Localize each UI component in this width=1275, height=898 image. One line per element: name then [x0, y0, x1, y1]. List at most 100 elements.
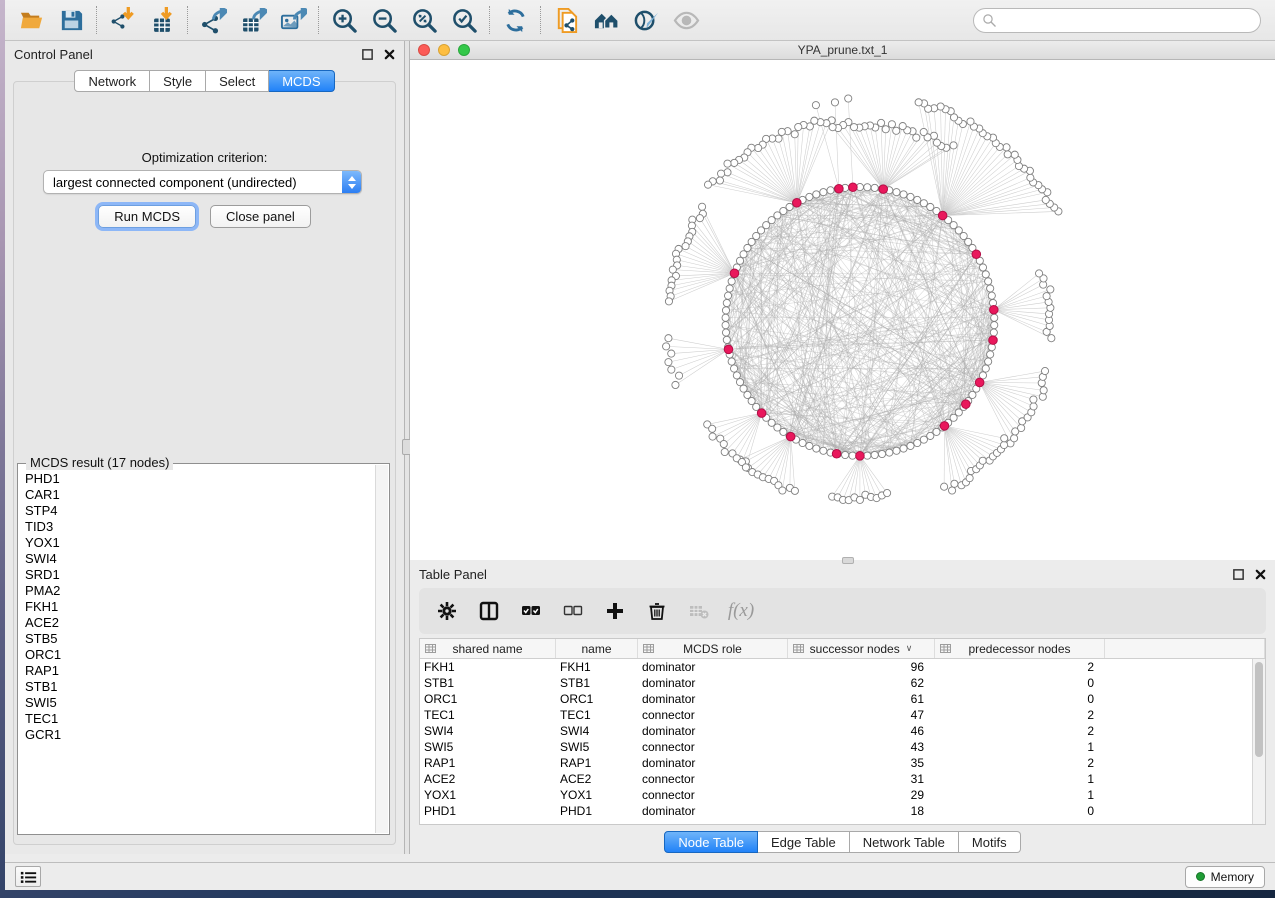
delete-columns-icon[interactable]	[641, 595, 673, 627]
create-column-icon[interactable]	[599, 595, 631, 627]
leaf-node	[665, 359, 672, 366]
criterion-select[interactable]: largest connected component (undirected)	[43, 170, 362, 194]
tab-edge-table[interactable]: Edge Table	[758, 831, 850, 853]
table-row[interactable]: RAP1RAP1dominator352	[420, 755, 1252, 771]
table-row[interactable]: SWI4SWI4dominator462	[420, 723, 1252, 739]
column-header-shared-name[interactable]: shared name	[420, 639, 556, 658]
result-node[interactable]: SRD1	[25, 567, 375, 583]
result-node[interactable]: ACE2	[25, 615, 375, 631]
result-node[interactable]: FKH1	[25, 599, 375, 615]
zoom-out-icon[interactable]	[364, 3, 404, 37]
leaf-node	[1003, 144, 1010, 151]
result-node[interactable]: SWI4	[25, 551, 375, 567]
open-session-icon[interactable]	[11, 3, 51, 37]
result-node[interactable]: TID3	[25, 519, 375, 535]
refresh-layout-icon[interactable]	[495, 3, 535, 37]
unselect-all-columns-icon[interactable]	[557, 595, 589, 627]
tab-mcds[interactable]: MCDS	[269, 70, 334, 92]
leaf-node	[1011, 151, 1018, 158]
mcds-hub-node	[938, 211, 947, 220]
column-header-MCDS-role[interactable]: MCDS role	[638, 639, 788, 658]
tab-network-table[interactable]: Network Table	[850, 831, 959, 853]
import-table-icon[interactable]	[142, 3, 182, 37]
export-image-icon[interactable]	[273, 3, 313, 37]
result-node[interactable]: CAR1	[25, 487, 375, 503]
result-node[interactable]: SWI5	[25, 695, 375, 711]
task-history-button[interactable]	[15, 866, 41, 887]
graph-node	[722, 307, 729, 314]
graph-node	[985, 358, 992, 365]
result-node[interactable]: PMA2	[25, 583, 375, 599]
select-all-columns-icon[interactable]	[515, 595, 547, 627]
float-panel-icon[interactable]	[1232, 568, 1245, 581]
table-row[interactable]: YOX1YOX1connector291	[420, 787, 1252, 803]
result-node[interactable]: STB1	[25, 679, 375, 695]
result-node[interactable]: YOX1	[25, 535, 375, 551]
import-network-icon[interactable]	[102, 3, 142, 37]
result-node[interactable]: GCR1	[25, 727, 375, 743]
table-row[interactable]: ACE2ACE2connector311	[420, 771, 1252, 787]
export-network-icon[interactable]	[193, 3, 233, 37]
close-window-button[interactable]	[418, 44, 430, 56]
search-wrap	[973, 8, 1261, 33]
tab-motifs[interactable]: Motifs	[959, 831, 1021, 853]
tab-network[interactable]: Network	[74, 70, 150, 92]
show-hide-icon[interactable]	[666, 3, 706, 37]
zoom-fit-icon[interactable]	[404, 3, 444, 37]
search-input[interactable]	[973, 8, 1261, 33]
tab-style[interactable]: Style	[150, 70, 206, 92]
network-titlebar[interactable]: YPA_prune.txt_1	[410, 41, 1275, 60]
result-node[interactable]: RAP1	[25, 663, 375, 679]
table-toolbar: f(x)	[419, 588, 1266, 634]
zoom-window-button[interactable]	[458, 44, 470, 56]
tab-select[interactable]: Select	[206, 70, 269, 92]
table-header-row: shared namenameMCDS rolesuccessor nodes∨…	[420, 639, 1265, 659]
table-settings-icon[interactable]	[431, 595, 463, 627]
result-scrollbar[interactable]	[375, 465, 388, 833]
column-header-predecessor-nodes[interactable]: predecessor nodes	[935, 639, 1105, 658]
vizmapper-icon[interactable]	[626, 3, 666, 37]
first-neighbors-icon[interactable]	[586, 3, 626, 37]
close-panel-icon[interactable]	[1254, 568, 1267, 581]
select-stepper-icon	[342, 171, 361, 193]
leaf-node	[795, 123, 802, 130]
mcds-result-list: PHD1CAR1STP4TID3YOX1SWI4SRD1PMA2FKH1ACE2…	[19, 465, 375, 833]
export-table-icon[interactable]	[233, 3, 273, 37]
result-node[interactable]: ORC1	[25, 647, 375, 663]
result-node[interactable]: STP4	[25, 503, 375, 519]
table-row[interactable]: FKH1FKH1dominator962	[420, 659, 1252, 675]
result-node[interactable]: PHD1	[25, 471, 375, 487]
column-header-name[interactable]: name	[556, 639, 638, 658]
leaf-node	[791, 487, 798, 494]
table-row[interactable]: TEC1TEC1connector472	[420, 707, 1252, 723]
table-row[interactable]: SWI5SWI5connector431	[420, 739, 1252, 755]
table-scrollbar[interactable]	[1252, 659, 1265, 824]
run-mcds-button[interactable]: Run MCDS	[98, 205, 196, 228]
table-row[interactable]: STB1STB1dominator620	[420, 675, 1252, 691]
graph-node	[907, 442, 914, 449]
tab-node-table[interactable]: Node Table	[664, 831, 758, 853]
zoom-in-icon[interactable]	[324, 3, 364, 37]
network-canvas[interactable]	[410, 60, 1275, 560]
memory-button[interactable]: Memory	[1185, 866, 1265, 888]
horizontal-splitter-grip[interactable]	[842, 557, 854, 564]
graph-node	[849, 452, 856, 459]
graph-node	[920, 200, 927, 207]
float-panel-icon[interactable]	[361, 48, 374, 61]
show-columns-icon[interactable]	[473, 595, 505, 627]
close-panel-icon[interactable]	[383, 48, 396, 61]
table-row[interactable]: PHD1PHD1dominator180	[420, 803, 1252, 819]
leaf-node	[1027, 174, 1034, 181]
leaf-node	[696, 215, 703, 222]
minimize-window-button[interactable]	[438, 44, 450, 56]
result-node[interactable]: TEC1	[25, 711, 375, 727]
result-node[interactable]: STB5	[25, 631, 375, 647]
zoom-selected-icon[interactable]	[444, 3, 484, 37]
close-panel-button[interactable]: Close panel	[210, 205, 311, 228]
graph-node	[900, 191, 907, 198]
save-session-icon[interactable]	[51, 3, 91, 37]
clone-network-icon[interactable]	[546, 3, 586, 37]
table-row[interactable]: ORC1ORC1dominator610	[420, 691, 1252, 707]
column-header-successor-nodes[interactable]: successor nodes∨	[788, 639, 935, 658]
table-scrollbar-thumb[interactable]	[1255, 662, 1263, 757]
